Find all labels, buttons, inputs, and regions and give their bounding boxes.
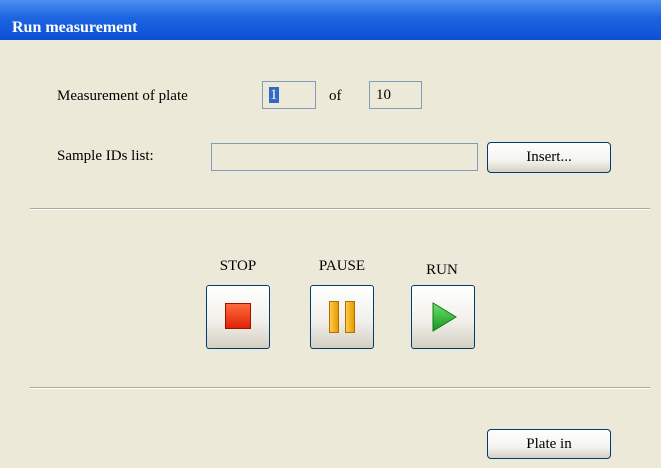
measurement-of-plate-label: Measurement of plate <box>57 88 188 104</box>
pause-label: PAUSE <box>318 258 366 274</box>
separator-top <box>30 208 650 210</box>
title-bar: Run measurement <box>0 0 661 40</box>
stop-icon <box>225 303 251 329</box>
pause-button[interactable] <box>310 285 374 349</box>
window-title: Run measurement <box>12 19 138 36</box>
total-plates-field: 10 <box>369 81 422 109</box>
stop-label: STOP <box>219 258 257 274</box>
of-label: of <box>329 88 342 104</box>
sample-ids-label: Sample IDs list: <box>57 148 154 164</box>
current-plate-field[interactable]: 1 <box>262 81 316 109</box>
plate-in-button[interactable]: Plate in <box>487 429 611 459</box>
total-plates-value: 10 <box>376 87 391 103</box>
insert-button[interactable]: Insert... <box>487 142 611 173</box>
run-button[interactable] <box>411 285 475 349</box>
separator-bottom <box>30 387 650 389</box>
stop-button[interactable] <box>206 285 270 349</box>
run-label: RUN <box>426 262 458 278</box>
current-plate-value: 1 <box>269 87 279 103</box>
play-icon <box>432 302 457 332</box>
sample-ids-input[interactable] <box>211 143 478 171</box>
